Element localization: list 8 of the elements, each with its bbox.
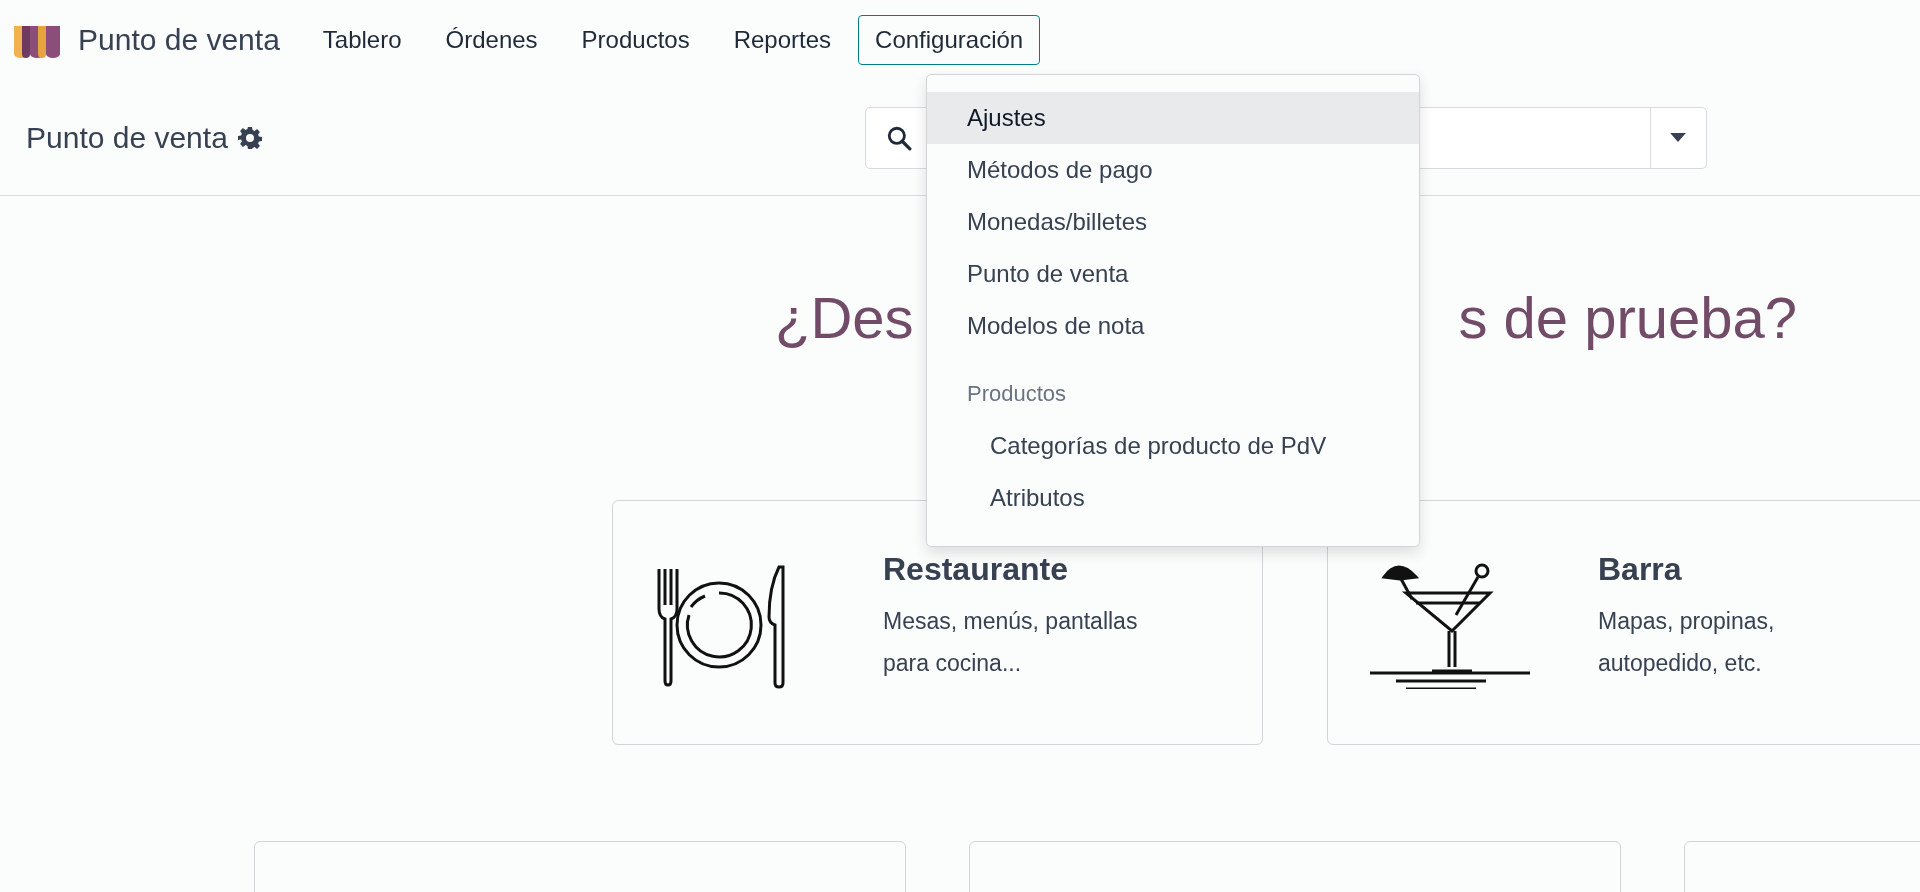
card-title: Barra — [1598, 551, 1683, 588]
card-title: Restaurante — [883, 551, 1069, 588]
menu-section-header: Productos — [966, 380, 1068, 408]
breadcrumb-title: Punto de venta — [26, 120, 228, 155]
card-description: Mesas, menús, pantallas para cocina... — [883, 607, 1139, 678]
heading-text: s de prueba? — [1458, 284, 1797, 352]
heading-text: ¿Des — [775, 284, 914, 352]
card-description: Mapas, propinas, autopedido, etc. — [1598, 607, 1776, 678]
